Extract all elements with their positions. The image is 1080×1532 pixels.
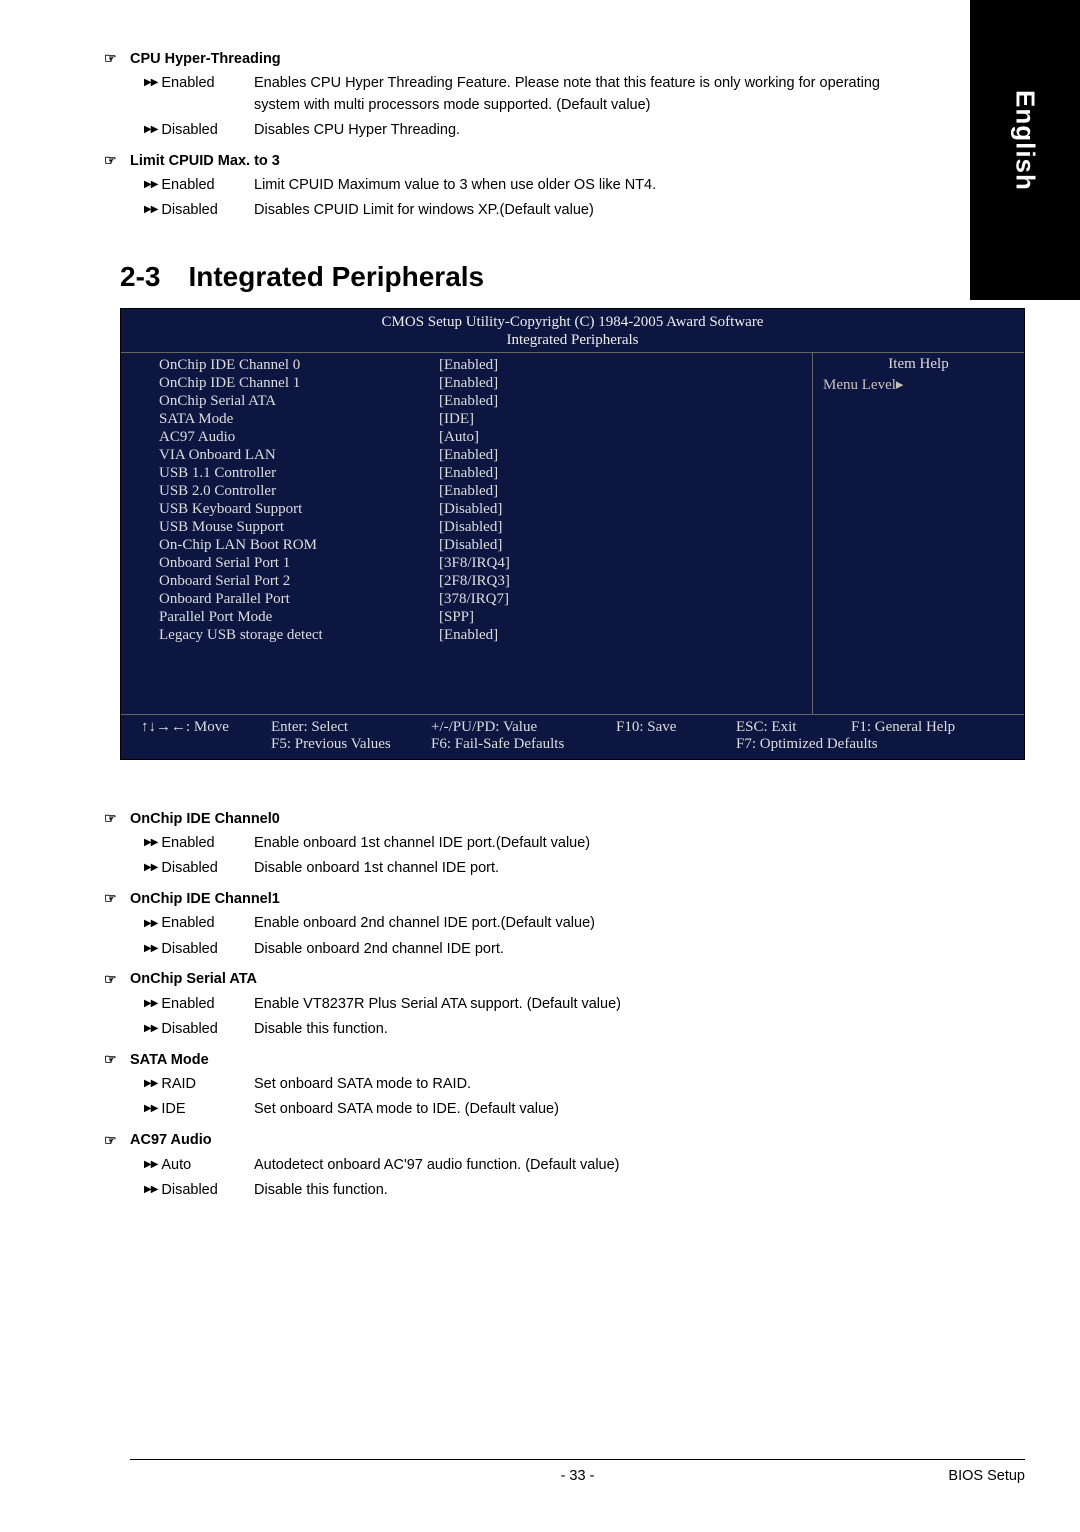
option-row: ▶▶DisabledDisable this function.	[144, 1018, 1025, 1041]
bios-row: OnChip IDE Channel 0[Enabled]	[159, 356, 802, 374]
bios-row: USB 1.1 Controller[Enabled]	[159, 464, 802, 482]
option-desc: Enables CPU Hyper Threading Feature. Ple…	[254, 72, 1025, 117]
arrow-icon: ▶▶	[144, 1182, 157, 1198]
option-block: ☞ Limit CPUID Max. to 3 ▶▶Enabled Limit …	[130, 152, 1025, 222]
option-title: ☞OnChip IDE Channel0	[130, 810, 1025, 827]
bios-row: Onboard Serial Port 2[2F8/IRQ3]	[159, 572, 802, 590]
page-footer: - 33 - BIOS Setup	[130, 1459, 1025, 1484]
option-desc: Limit CPUID Maximum value to 3 when use …	[254, 174, 1025, 197]
bios-screen: CMOS Setup Utility-Copyright (C) 1984-20…	[120, 308, 1025, 761]
option-title: ☞OnChip IDE Channel1	[130, 890, 1025, 907]
option-title: ☞AC97 Audio	[130, 1132, 1025, 1149]
option-row: ▶▶EnabledEnable onboard 1st channel IDE …	[144, 832, 1025, 855]
bios-row: USB Mouse Support[Disabled]	[159, 518, 802, 536]
bios-help-panel: Item Help Menu Level▸	[812, 353, 1024, 714]
option-bullet-icon: ☞	[104, 890, 122, 907]
page-content: ☞ CPU Hyper-Threading ▶▶Enabled Enables …	[0, 0, 1080, 1532]
option-block: ☞ CPU Hyper-Threading ▶▶Enabled Enables …	[130, 50, 1025, 142]
bios-header-line1: CMOS Setup Utility-Copyright (C) 1984-20…	[121, 313, 1024, 332]
arrow-icon: ▶▶	[144, 916, 157, 932]
section-heading: 2-3 Integrated Peripherals	[120, 261, 1025, 293]
arrow-icon: ▶▶	[144, 996, 157, 1012]
bios-footer-row: F5: Previous Values F6: Fail-Safe Defaul…	[141, 736, 1014, 753]
arrow-icon: ▶▶	[144, 75, 157, 91]
arrow-icon: ▶▶	[144, 177, 157, 193]
section-number: 2-3	[120, 261, 160, 292]
arrow-icon: ▶▶	[144, 122, 157, 138]
option-row: ▶▶DisabledDisable this function.	[144, 1179, 1025, 1202]
option-label: ▶▶Enabled	[144, 72, 254, 117]
upper-options: ☞ CPU Hyper-Threading ▶▶Enabled Enables …	[130, 50, 1025, 223]
option-block: ☞OnChip IDE Channel0 ▶▶EnabledEnable onb…	[130, 810, 1025, 880]
bios-footer-row: ↑↓→←: Move Enter: Select +/-/PU/PD: Valu…	[141, 719, 1014, 736]
option-row: ▶▶DisabledDisable onboard 2nd channel ID…	[144, 938, 1025, 961]
bios-row: Parallel Port Mode[SPP]	[159, 608, 802, 626]
option-title-text: Limit CPUID Max. to 3	[130, 153, 280, 169]
bios-header-line2: Integrated Peripherals	[121, 331, 1024, 350]
bios-settings-list: OnChip IDE Channel 0[Enabled] OnChip IDE…	[121, 353, 812, 714]
bios-row: AC97 Audio[Auto]	[159, 428, 802, 446]
footer-section: BIOS Setup	[948, 1468, 1025, 1484]
bios-menu-level: Menu Level▸	[823, 375, 1014, 394]
page-number: - 33 -	[130, 1468, 1025, 1484]
option-title: ☞SATA Mode	[130, 1051, 1025, 1068]
bios-row: OnChip IDE Channel 1[Enabled]	[159, 374, 802, 392]
arrow-icon: ▶▶	[144, 1021, 157, 1037]
lower-options: ☞OnChip IDE Channel0 ▶▶EnabledEnable onb…	[130, 810, 1025, 1202]
bios-row: OnChip Serial ATA[Enabled]	[159, 392, 802, 410]
bios-footer: ↑↓→←: Move Enter: Select +/-/PU/PD: Valu…	[121, 715, 1024, 759]
arrow-icon: ▶▶	[144, 860, 157, 876]
option-block: ☞OnChip Serial ATA ▶▶EnabledEnable VT823…	[130, 971, 1025, 1041]
bios-row: VIA Onboard LAN[Enabled]	[159, 446, 802, 464]
option-label: ▶▶Disabled	[144, 119, 254, 142]
bios-body: OnChip IDE Channel 0[Enabled] OnChip IDE…	[121, 353, 1024, 715]
option-bullet-icon: ☞	[104, 971, 122, 988]
option-bullet-icon: ☞	[104, 810, 122, 827]
bios-row: Onboard Parallel Port[378/IRQ7]	[159, 590, 802, 608]
option-title: ☞OnChip Serial ATA	[130, 971, 1025, 988]
section-title: Integrated Peripherals	[188, 261, 484, 292]
option-row: ▶▶Disabled Disables CPU Hyper Threading.	[144, 119, 1025, 142]
option-row: ▶▶AutoAutodetect onboard AC'97 audio fun…	[144, 1154, 1025, 1177]
option-row: ▶▶IDESet onboard SATA mode to IDE. (Defa…	[144, 1098, 1025, 1121]
option-title-text: CPU Hyper-Threading	[130, 51, 281, 67]
option-title: ☞ CPU Hyper-Threading	[130, 50, 1025, 67]
arrow-icon: ▶▶	[144, 202, 157, 218]
bios-row: On-Chip LAN Boot ROM[Disabled]	[159, 536, 802, 554]
option-desc: Disables CPU Hyper Threading.	[254, 119, 1025, 142]
option-label: ▶▶Disabled	[144, 199, 254, 222]
option-desc: Disables CPUID Limit for windows XP.(Def…	[254, 199, 1025, 222]
option-label: ▶▶Enabled	[144, 174, 254, 197]
option-block: ☞OnChip IDE Channel1 ▶▶EnabledEnable onb…	[130, 890, 1025, 960]
bios-row: Onboard Serial Port 1[3F8/IRQ4]	[159, 554, 802, 572]
option-bullet-icon: ☞	[104, 1132, 122, 1149]
option-bullet-icon: ☞	[104, 152, 122, 169]
arrow-icon: ▶▶	[144, 1076, 157, 1092]
bios-row: USB Keyboard Support[Disabled]	[159, 500, 802, 518]
option-row: ▶▶EnabledEnable VT8237R Plus Serial ATA …	[144, 993, 1025, 1016]
option-row: ▶▶Disabled Disables CPUID Limit for wind…	[144, 199, 1025, 222]
arrow-icon: ▶▶	[144, 1101, 157, 1117]
option-row: ▶▶EnabledEnable onboard 2nd channel IDE …	[144, 912, 1025, 935]
option-block: ☞SATA Mode ▶▶RAIDSet onboard SATA mode t…	[130, 1051, 1025, 1121]
arrow-icon: ▶▶	[144, 941, 157, 957]
bios-help-title: Item Help	[823, 356, 1014, 373]
arrow-icon: ▶▶	[144, 1157, 157, 1173]
option-row: ▶▶Enabled Limit CPUID Maximum value to 3…	[144, 174, 1025, 197]
option-row: ▶▶DisabledDisable onboard 1st channel ID…	[144, 857, 1025, 880]
option-row: ▶▶RAIDSet onboard SATA mode to RAID.	[144, 1073, 1025, 1096]
option-block: ☞AC97 Audio ▶▶AutoAutodetect onboard AC'…	[130, 1132, 1025, 1202]
option-bullet-icon: ☞	[104, 1051, 122, 1068]
bios-row: SATA Mode[IDE]	[159, 410, 802, 428]
bios-row: Legacy USB storage detect[Enabled]	[159, 626, 802, 644]
bios-row: USB 2.0 Controller[Enabled]	[159, 482, 802, 500]
option-row: ▶▶Enabled Enables CPU Hyper Threading Fe…	[144, 72, 1025, 117]
option-bullet-icon: ☞	[104, 50, 122, 67]
option-title: ☞ Limit CPUID Max. to 3	[130, 152, 1025, 169]
arrow-icon: ▶▶	[144, 835, 157, 851]
bios-header: CMOS Setup Utility-Copyright (C) 1984-20…	[121, 309, 1024, 354]
